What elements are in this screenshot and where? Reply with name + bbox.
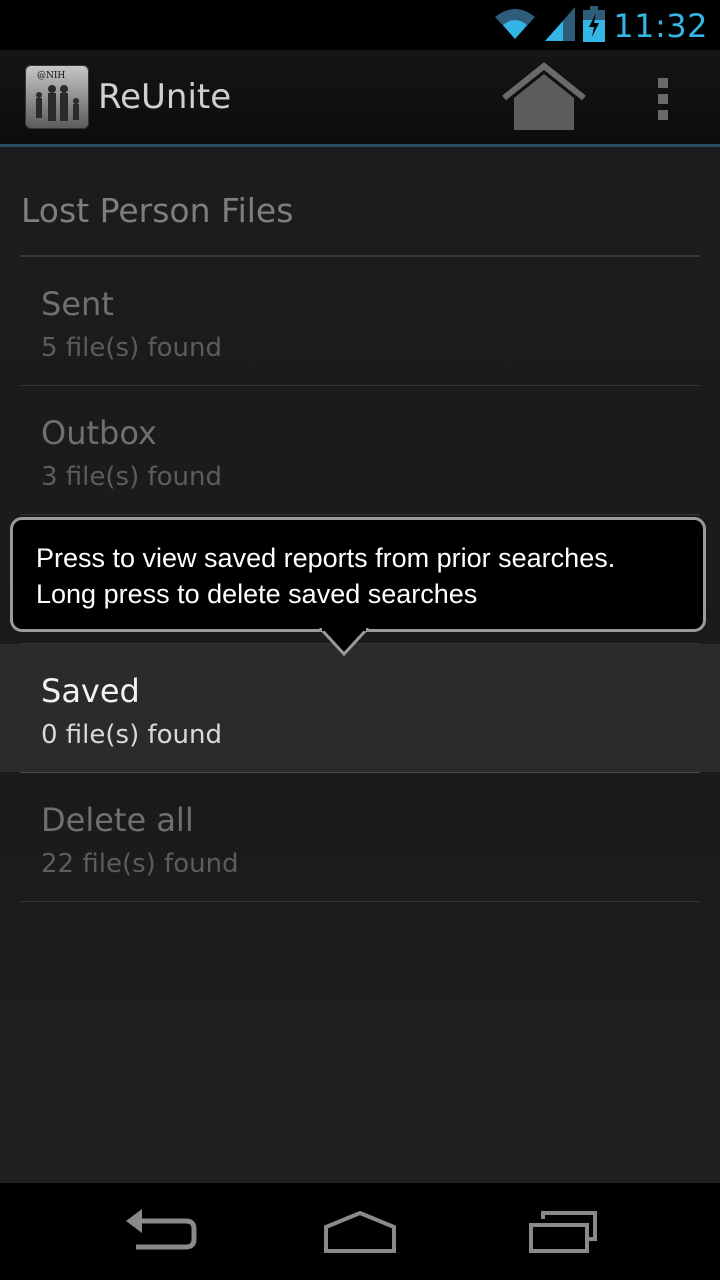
list-item-subtitle: 22 file(s) found: [41, 849, 239, 879]
app-icon[interactable]: @NIH: [25, 65, 89, 129]
list-item-subtitle: 5 file(s) found: [41, 333, 223, 363]
battery-charging-icon: [583, 6, 606, 46]
list-item-title: Saved: [41, 672, 140, 710]
list-item-subtitle: 3 file(s) found: [41, 462, 223, 492]
home-nav-button[interactable]: [320, 1207, 400, 1257]
overflow-menu-button[interactable]: [640, 70, 686, 126]
action-bar: @NIH ReUnite: [0, 50, 720, 147]
signal-icon: [545, 7, 576, 45]
list-item-sent[interactable]: Sent 5 file(s) found: [0, 257, 720, 385]
home-icon: [502, 62, 586, 130]
section-header: Lost Person Files: [21, 191, 294, 230]
tooltip-line-1: Press to view saved reports from prior s…: [36, 543, 616, 573]
clock: 11:32: [613, 7, 708, 45]
tooltip: Press to view saved reports from prior s…: [10, 517, 706, 632]
list-item-title: Outbox: [41, 414, 157, 452]
home-nav-icon: [324, 1210, 396, 1253]
list-divider: [20, 901, 700, 902]
home-button[interactable]: [496, 60, 592, 136]
back-icon: [126, 1209, 197, 1250]
content-list: Lost Person Files Sent 5 file(s) found O…: [0, 147, 720, 1183]
wifi-icon: [493, 7, 537, 45]
overflow-menu-icon: [658, 78, 668, 120]
list-item-title: Sent: [41, 285, 114, 323]
list-item-saved[interactable]: Saved 0 file(s) found: [0, 644, 720, 772]
recents-button[interactable]: [525, 1207, 605, 1257]
tooltip-line-2: Long press to delete saved searches: [36, 579, 478, 609]
navigation-bar: [0, 1183, 720, 1280]
list-item-subtitle: 0 file(s) found: [41, 720, 223, 750]
app-icon-text: @NIH: [37, 71, 65, 81]
app-title: ReUnite: [98, 77, 232, 117]
recents-icon: [529, 1211, 597, 1253]
list-item-outbox[interactable]: Outbox 3 file(s) found: [0, 386, 720, 514]
tooltip-pointer: [318, 626, 370, 658]
back-button[interactable]: [120, 1207, 200, 1257]
tooltip-text: Press to view saved reports from prior s…: [36, 540, 696, 612]
status-bar: 11:32: [0, 0, 720, 50]
list-item-title: Delete all: [41, 801, 194, 839]
list-item-delete-all[interactable]: Delete all 22 file(s) found: [0, 773, 720, 901]
status-icons: 11:32: [493, 6, 708, 46]
